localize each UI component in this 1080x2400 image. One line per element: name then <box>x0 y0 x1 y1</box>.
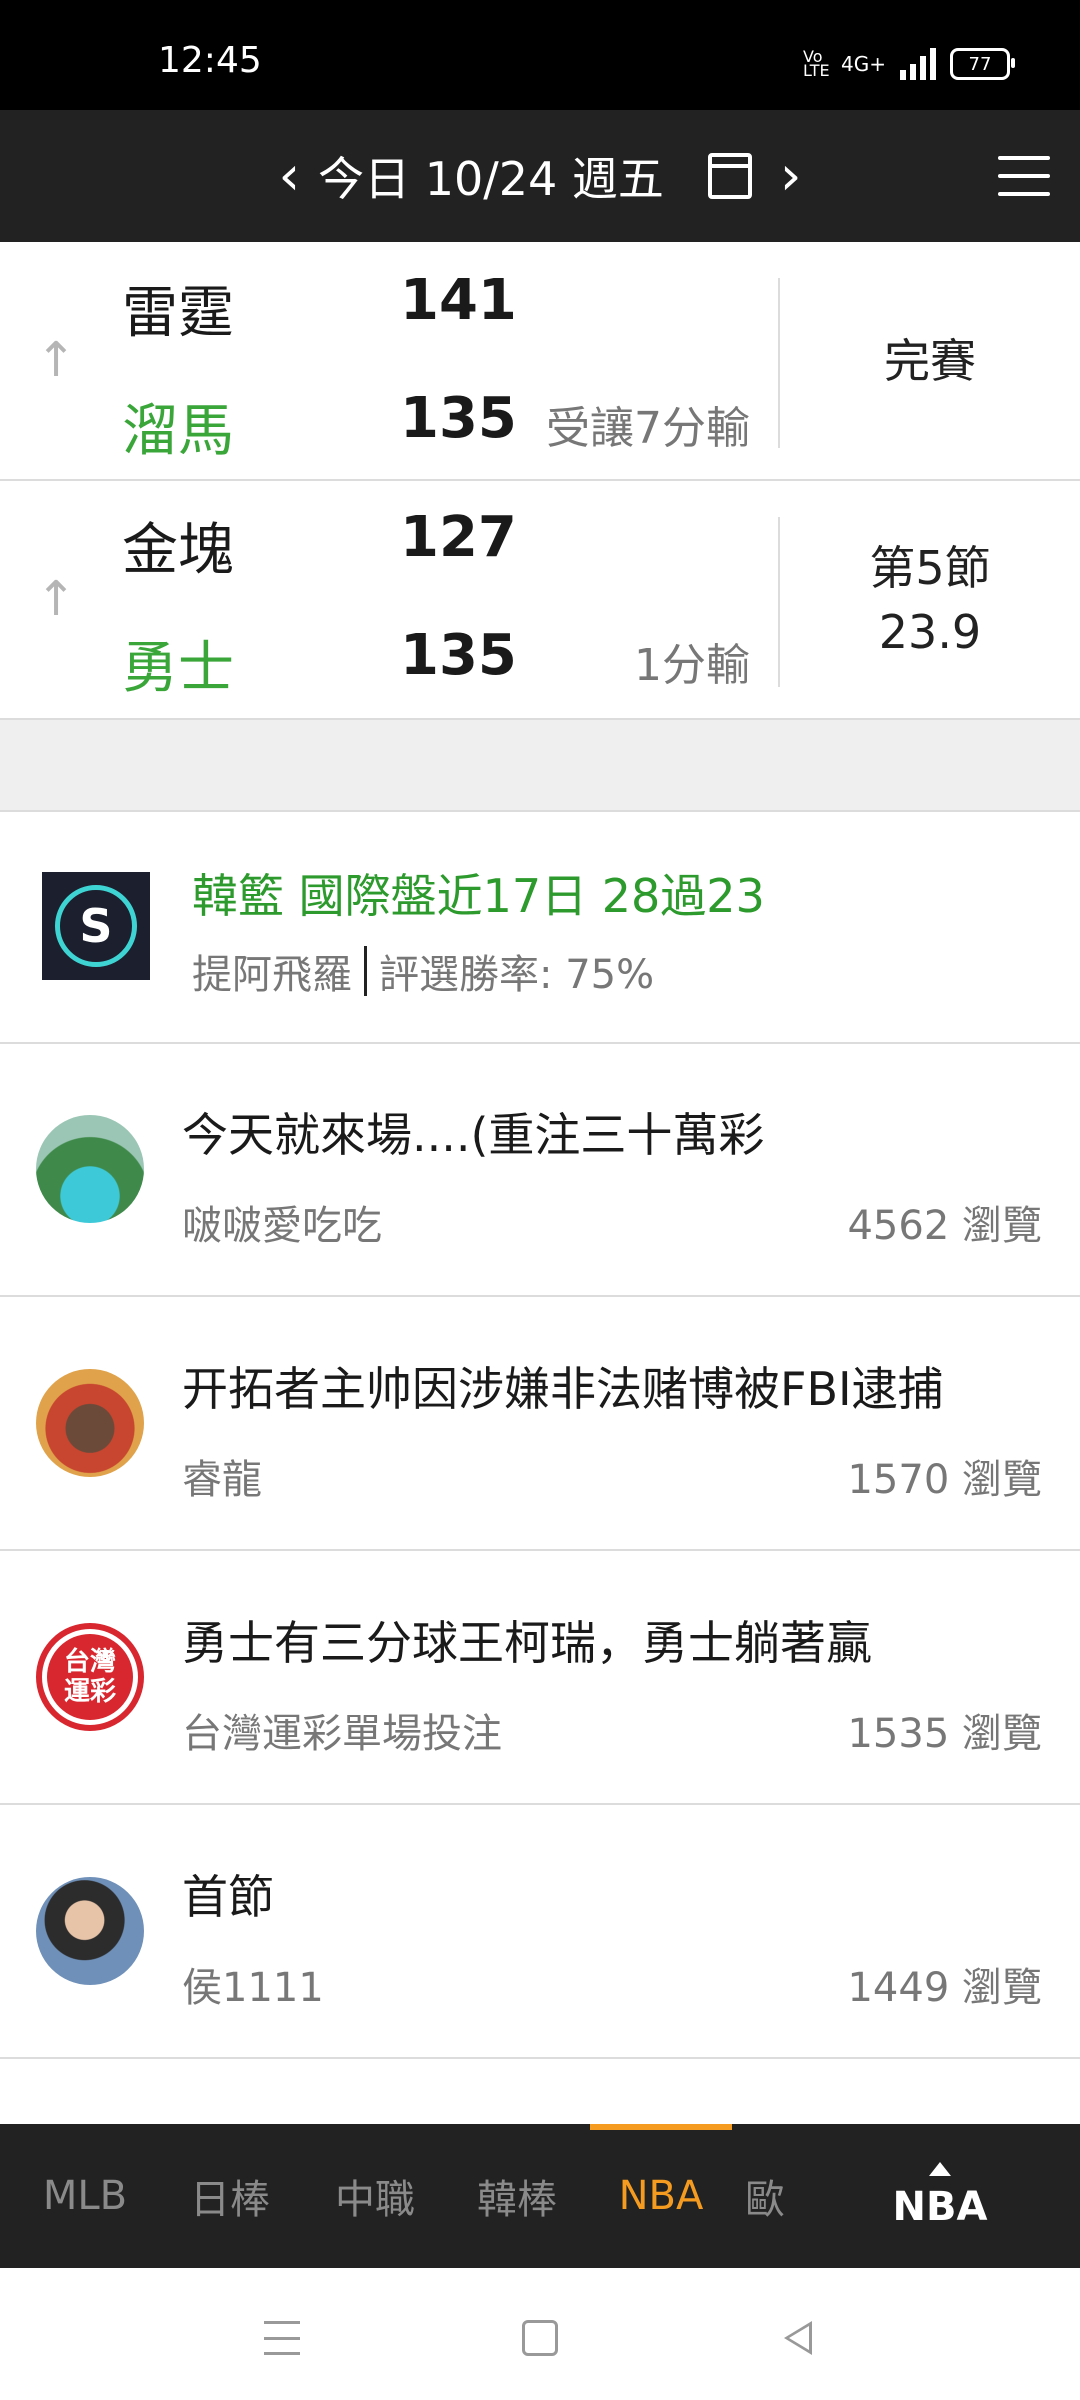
home-score: 135 <box>400 623 517 688</box>
post-author: 侯1111 <box>182 1965 324 2011</box>
tab-europe[interactable]: 歐 <box>745 2124 815 2268</box>
post-views: 1535 瀏覽 <box>847 1711 1042 1757</box>
volte-icon: Vo LTE <box>803 47 830 80</box>
recent-apps-button[interactable] <box>252 2308 312 2368</box>
section-spacer <box>0 720 1080 812</box>
arrow-up-icon: ↑ <box>36 571 77 627</box>
post-author: 睿龍 <box>182 1457 262 1503</box>
tab-kbo[interactable]: 韓棒 <box>452 2124 582 2268</box>
post-title: 开拓者主帅因涉嫌非法赌博被FBI逮捕 <box>182 1362 944 1416</box>
list-item[interactable]: 开拓者主帅因涉嫌非法赌博被FBI逮捕 睿龍 1570 瀏覽 <box>0 1297 1080 1551</box>
list-item[interactable]: 首節 侯1111 1449 瀏覽 <box>0 1805 1080 2059</box>
away-score: 127 <box>400 505 517 570</box>
back-triangle-icon <box>784 2321 812 2355</box>
game-status: 完賽 <box>884 333 976 388</box>
home-square-icon <box>522 2320 558 2356</box>
avatar <box>36 1369 144 1477</box>
bet-result: 受讓7分輸 <box>546 403 750 454</box>
pick-author: 提阿飛羅 <box>192 952 352 998</box>
post-author: 台灣運彩單場投注 <box>182 1711 502 1757</box>
away-score: 141 <box>400 268 517 333</box>
back-button[interactable] <box>768 2308 828 2368</box>
list-item[interactable]: 今天就來場....(重注三十萬彩 啵啵愛吃吃 4562 瀏覽 <box>0 1043 1080 1297</box>
system-nav-bar <box>0 2268 1080 2400</box>
next-day-button[interactable]: › <box>780 149 802 203</box>
clock: 12:45 <box>158 40 262 81</box>
post-title: 首節 <box>182 1870 274 1924</box>
arrow-up-icon: ↑ <box>36 332 77 388</box>
post-views: 1570 瀏覽 <box>847 1457 1042 1503</box>
solana-logo-icon: S <box>42 872 150 980</box>
menu-icon[interactable] <box>998 156 1050 196</box>
status-bar: 12:45 Vo LTE 4G+ 77 <box>0 0 1080 110</box>
game-row[interactable]: ↑ 雷霆 141 溜馬 135 受讓7分輸 完賽 <box>0 242 1080 481</box>
league-tab-bar: MLB 日棒 中職 韓棒 NBA 歐 NBA <box>0 2124 1080 2268</box>
home-score: 135 <box>400 386 517 451</box>
list-item[interactable]: 台灣運彩 勇士有三分球王柯瑞，勇士躺著贏 台灣運彩單場投注 1535 瀏覽 <box>0 1551 1080 1805</box>
tab-npb[interactable]: 日棒 <box>165 2124 295 2268</box>
home-button[interactable] <box>510 2308 570 2368</box>
post-views: 1449 瀏覽 <box>847 1965 1042 2011</box>
system-icons: Vo LTE 4G+ 77 <box>803 47 1015 80</box>
network-type: 4G+ <box>841 52 886 76</box>
post-title: 今天就來場....(重注三十萬彩 <box>182 1108 765 1162</box>
date-title: 今日 10/24 週五 <box>318 152 664 206</box>
away-team: 金塊 <box>122 518 234 583</box>
tab-nba[interactable]: NBA <box>590 2124 732 2268</box>
post-title: 勇士有三分球王柯瑞，勇士躺著贏 <box>182 1616 872 1670</box>
caret-up-icon <box>929 2162 951 2176</box>
post-views: 4562 瀏覽 <box>847 1203 1042 1249</box>
avatar <box>36 1115 144 1223</box>
avatar: 台灣運彩 <box>36 1623 144 1731</box>
home-team: 溜馬 <box>122 399 234 464</box>
post-author: 啵啵愛吃吃 <box>182 1203 382 1249</box>
prev-day-button[interactable]: ‹ <box>278 149 300 203</box>
away-team: 雷霆 <box>122 281 234 346</box>
home-team: 勇士 <box>122 636 234 701</box>
game-row[interactable]: ↑ 金塊 127 勇士 135 1分輸 第5節 23.9 <box>0 481 1080 720</box>
avatar-logo-text: 台灣運彩 <box>47 1634 133 1720</box>
bet-result: 1分輸 <box>634 640 750 691</box>
date-header: ‹ 今日 10/24 週五 › <box>0 110 1080 242</box>
current-league-selector[interactable]: NBA <box>860 2124 1020 2268</box>
expert-pick-card[interactable]: S 韓籃 國際盤近17日 28過23 提阿飛羅 評選勝率: 75% <box>0 812 1080 1044</box>
tab-cpbl[interactable]: 中職 <box>310 2124 440 2268</box>
pick-title: 韓籃 國際盤近17日 28過23 <box>192 869 765 923</box>
pick-meta: 提阿飛羅 評選勝率: 75% <box>192 942 654 1000</box>
menu-lines-icon <box>264 2321 300 2355</box>
separator <box>364 946 367 996</box>
game-status: 第5節 23.9 <box>869 540 991 659</box>
pick-win-rate: 評選勝率: 75% <box>379 952 655 998</box>
signal-icon <box>900 48 936 80</box>
battery-icon: 77 <box>950 48 1015 80</box>
calendar-icon[interactable] <box>707 153 752 199</box>
tab-mlb[interactable]: MLB <box>20 2124 150 2268</box>
avatar <box>36 1877 144 1985</box>
